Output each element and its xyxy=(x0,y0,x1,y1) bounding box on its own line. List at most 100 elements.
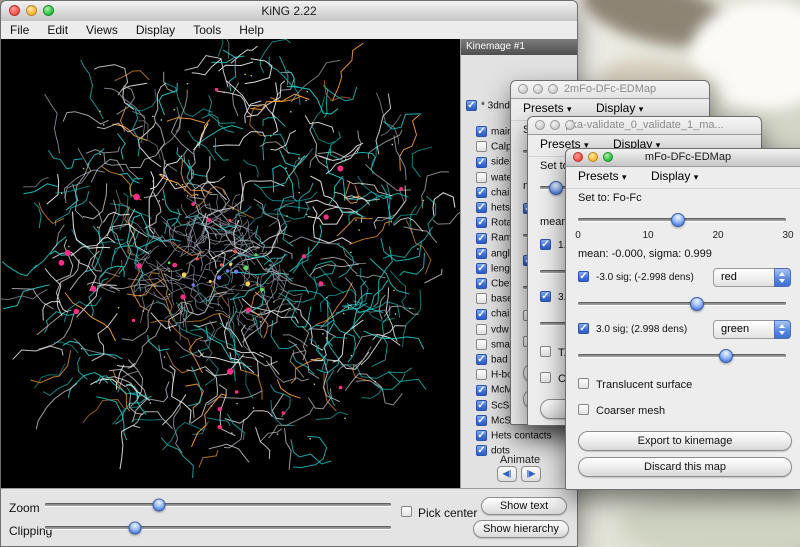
tree-item-checkbox[interactable] xyxy=(476,248,487,259)
kinemage-tree-item[interactable]: hets xyxy=(476,199,510,212)
zoom-slider[interactable] xyxy=(45,497,391,513)
show-text-button[interactable]: Show text xyxy=(481,497,567,515)
slider-tick-labels: 0102030 xyxy=(566,230,800,242)
tree-item-checkbox[interactable] xyxy=(476,430,487,441)
tree-item-checkbox[interactable] xyxy=(476,400,487,411)
close-button[interactable] xyxy=(518,84,528,94)
pos-contour-slider[interactable] xyxy=(566,346,800,366)
coarser-checkbox[interactable] xyxy=(578,404,589,415)
pos-color-popup[interactable]: green xyxy=(713,320,791,339)
zoom-window-button[interactable] xyxy=(603,152,613,162)
bottom-controls: Zoom Clipping Pick center Show text Show… xyxy=(1,488,577,547)
menu-file[interactable]: File xyxy=(1,21,38,39)
pos-contour-checkbox[interactable] xyxy=(578,323,589,334)
clipping-slider[interactable] xyxy=(45,520,391,536)
coarser-label: Coarser mesh xyxy=(596,405,665,417)
neg-color-popup[interactable]: red xyxy=(713,268,791,287)
display-menu[interactable]: Display ▾ xyxy=(596,101,643,115)
tree-item-checkbox[interactable] xyxy=(476,217,487,228)
titlebar[interactable]: pka-validate_0_validate_1_ma... xyxy=(528,117,761,135)
translucent-checkbox[interactable] xyxy=(540,346,551,357)
tree-item-checkbox[interactable] xyxy=(476,263,487,274)
minimize-button[interactable] xyxy=(26,5,37,16)
pos-slider-thumb[interactable] xyxy=(719,349,733,363)
contour-checkbox[interactable] xyxy=(540,239,551,250)
slider-groove xyxy=(45,503,391,506)
tree-item-checkbox[interactable] xyxy=(476,278,487,289)
clipping-slider-thumb[interactable] xyxy=(128,521,141,534)
popup-value: red xyxy=(721,271,737,283)
level-slider-thumb[interactable] xyxy=(671,213,685,227)
neg-contour-slider[interactable] xyxy=(566,294,800,314)
tree-item-checkbox[interactable] xyxy=(476,141,487,152)
pos-contour-row: 3.0 sig; (2.998 dens) green xyxy=(566,320,800,340)
chevron-down-icon: ▾ xyxy=(622,172,627,182)
tree-item-checkbox[interactable] xyxy=(476,126,487,137)
zoom-window-button[interactable] xyxy=(548,84,558,94)
popup-arrows-icon xyxy=(774,320,791,339)
animate-next-button[interactable]: |▶ xyxy=(521,466,541,482)
coarser-checkbox[interactable] xyxy=(540,372,551,383)
set-to-label: Set to: Fo-Fc xyxy=(578,192,642,204)
tree-item-checkbox[interactable] xyxy=(476,293,487,304)
molecule-canvas[interactable] xyxy=(1,39,460,488)
zoom-window-button[interactable] xyxy=(43,5,54,16)
minimize-button[interactable] xyxy=(550,120,560,130)
presets-menu[interactable]: Presets ▾ xyxy=(578,169,627,183)
titlebar[interactable]: 2mFo-DFc-EDMap xyxy=(511,81,709,99)
tree-item-checkbox[interactable] xyxy=(476,309,487,320)
tree-item-checkbox[interactable] xyxy=(476,369,487,380)
pick-center-checkbox[interactable] xyxy=(401,506,412,517)
tree-item-checkbox[interactable] xyxy=(466,100,477,111)
kinemage-tree-item[interactable]: Hets contacts xyxy=(476,427,552,440)
window-title: 2mFo-DFc-EDMap xyxy=(564,83,656,95)
tree-item-checkbox[interactable] xyxy=(476,157,487,168)
kinemage-tree-item[interactable]: dots xyxy=(476,442,510,455)
translucent-checkbox[interactable] xyxy=(578,378,589,389)
zoom-label: Zoom xyxy=(9,501,40,515)
presets-menu[interactable]: Presets ▾ xyxy=(523,101,572,115)
tree-item-checkbox[interactable] xyxy=(476,324,487,335)
tree-item-checkbox[interactable] xyxy=(476,233,487,244)
minimize-button[interactable] xyxy=(533,84,543,94)
king-titlebar[interactable]: KiNG 2.22 xyxy=(1,1,577,22)
tree-item-checkbox[interactable] xyxy=(476,187,487,198)
coarser-row: Coarser mesh xyxy=(566,403,800,419)
animate-prev-button[interactable]: ◀| xyxy=(497,466,517,482)
menu-views[interactable]: Views xyxy=(77,21,127,39)
tree-item-checkbox[interactable] xyxy=(476,202,487,213)
window-title: KiNG 2.22 xyxy=(261,4,316,18)
level-slider[interactable] xyxy=(566,210,800,230)
chevron-down-icon: ▾ xyxy=(567,104,572,114)
neg-slider-thumb[interactable] xyxy=(690,297,704,311)
menu-help[interactable]: Help xyxy=(230,21,273,39)
tree-item-checkbox[interactable] xyxy=(476,445,487,456)
tree-item-checkbox[interactable] xyxy=(476,339,487,350)
close-button[interactable] xyxy=(573,152,583,162)
tree-item-checkbox[interactable] xyxy=(476,415,487,426)
kinemage-panel-titlebar[interactable]: Kinemage #1 xyxy=(461,39,578,55)
close-button[interactable] xyxy=(9,5,20,16)
display-menu[interactable]: Display ▾ xyxy=(651,169,698,183)
show-hierarchy-button[interactable]: Show hierarchy xyxy=(473,520,569,538)
export-to-kinemage-button[interactable]: Export to kinemage xyxy=(578,431,792,451)
menu-tools[interactable]: Tools xyxy=(184,21,230,39)
zoom-slider-thumb[interactable] xyxy=(153,498,166,511)
contour-checkbox[interactable] xyxy=(540,291,551,302)
tree-item-checkbox[interactable] xyxy=(476,354,487,365)
discard-this-map-button[interactable]: Discard this map xyxy=(578,457,792,477)
tree-item-checkbox[interactable] xyxy=(476,385,487,396)
menu-display[interactable]: Display xyxy=(127,21,184,39)
window-title: mFo-DFc-EDMap xyxy=(645,151,731,163)
titlebar[interactable]: mFo-DFc-EDMap xyxy=(566,149,800,167)
zoom-window-button[interactable] xyxy=(565,120,575,130)
window-controls xyxy=(9,5,54,16)
close-button[interactable] xyxy=(535,120,545,130)
neg-contour-checkbox[interactable] xyxy=(578,271,589,282)
menu-edit[interactable]: Edit xyxy=(38,21,77,39)
minimize-button[interactable] xyxy=(588,152,598,162)
tree-item-checkbox[interactable] xyxy=(476,172,487,183)
pick-center-label: Pick center xyxy=(418,506,477,520)
slider-thumb[interactable] xyxy=(549,181,563,195)
slider-groove xyxy=(45,526,391,529)
